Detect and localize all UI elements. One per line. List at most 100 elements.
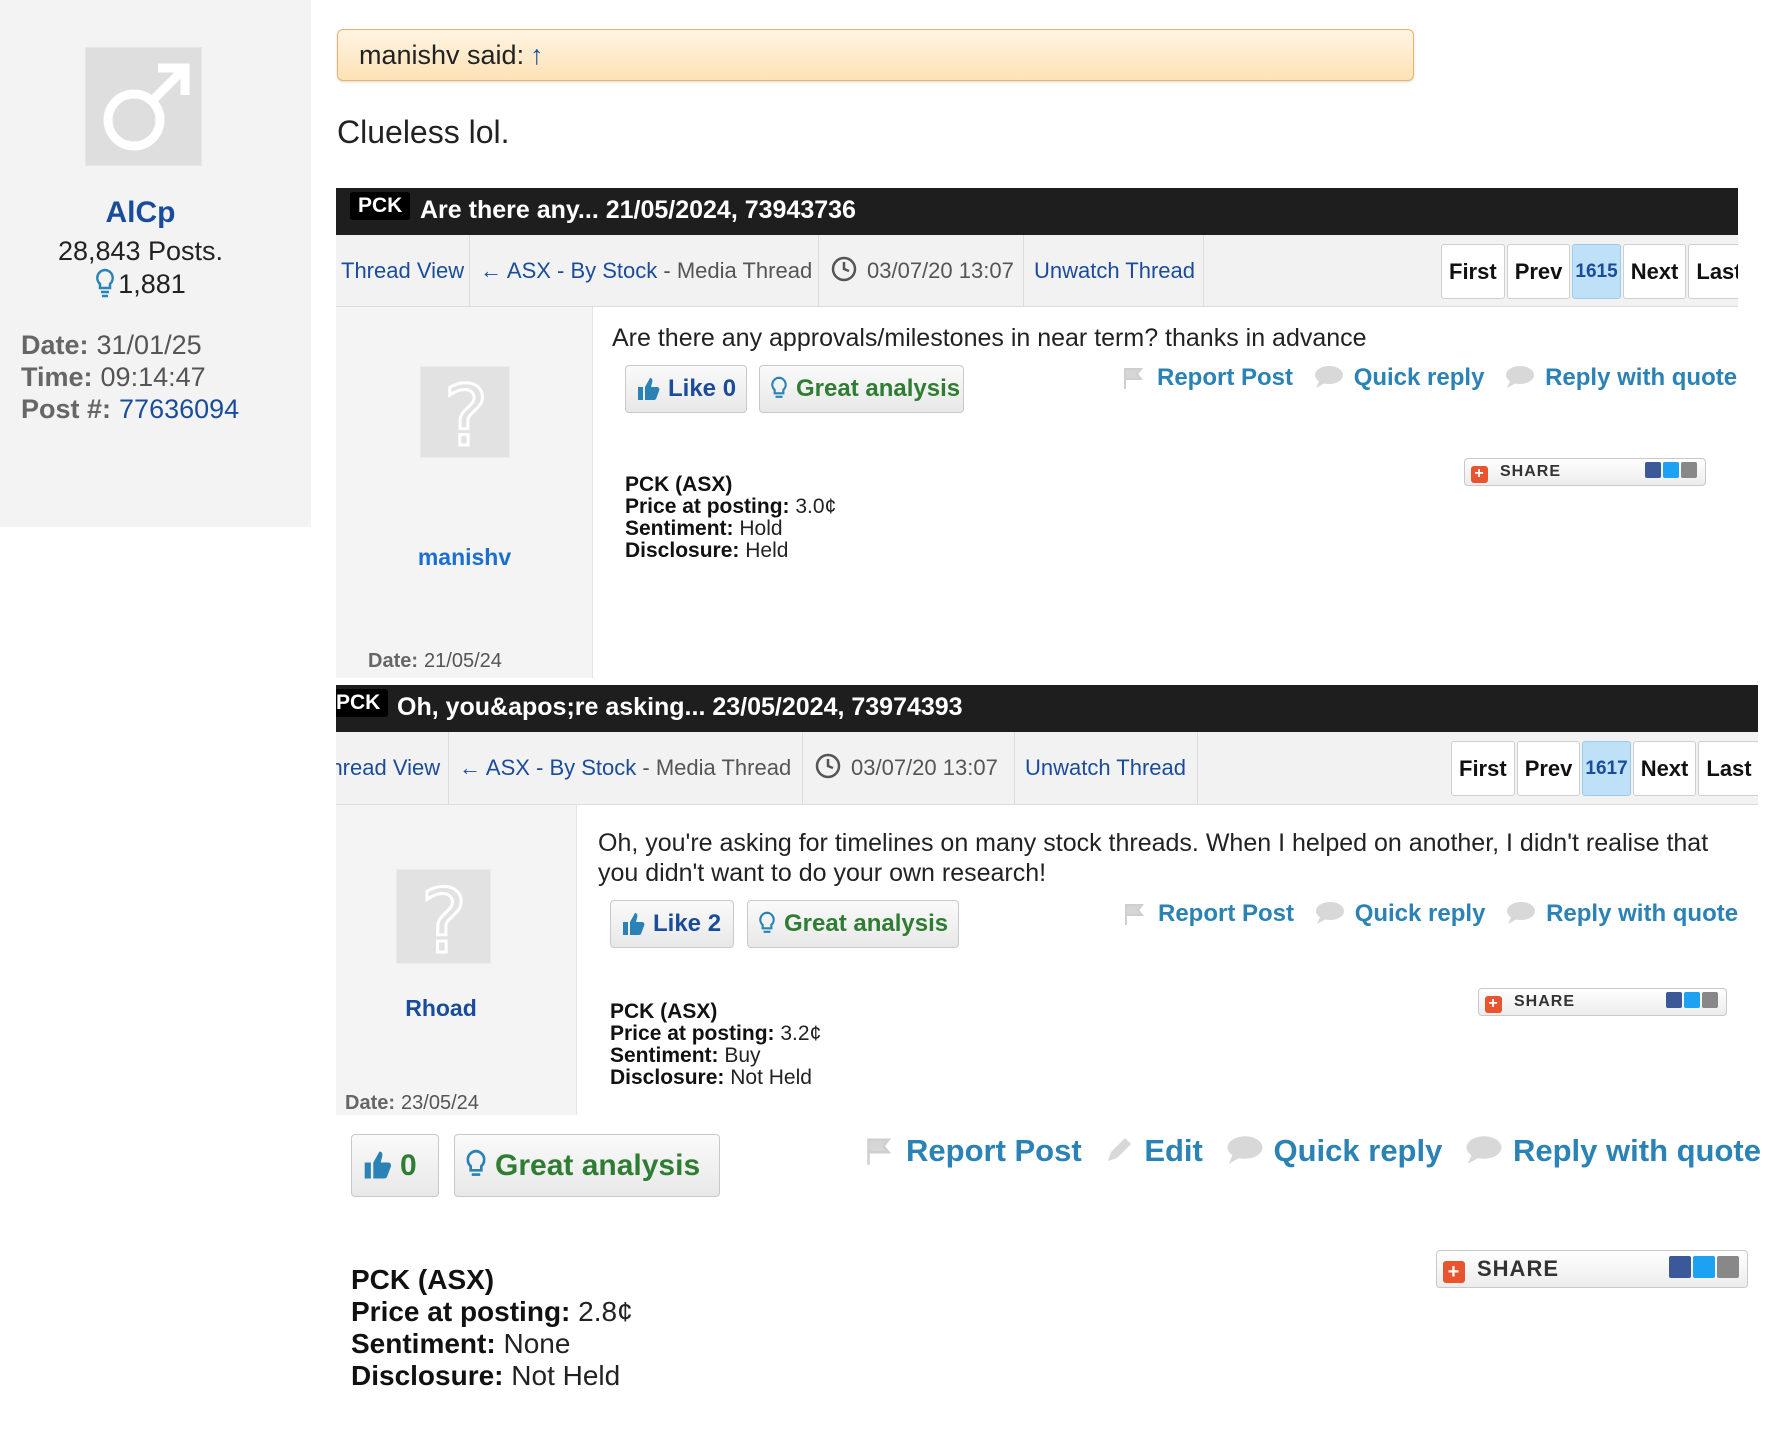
reply-with-quote-link[interactable]: Reply with quote [1505,364,1737,391]
pencil-icon [1108,1138,1132,1161]
share-button[interactable]: + SHARE [1436,1250,1748,1288]
media-thread-label: Media Thread [655,755,792,780]
like-button[interactable]: 0 [351,1134,439,1197]
plus-icon: + [1443,1261,1465,1283]
like-label: Like 2 [653,910,722,937]
post-actions: Report Post Quick reply Reply with quote [1124,900,1752,928]
post-author-name[interactable]: Rhoad [336,995,546,1022]
edit-link[interactable]: Edit [1104,1133,1203,1168]
quote-jump-arrow[interactable]: ↑ [530,40,544,70]
thread-view-link[interactable]: Thread View [336,755,440,780]
speech-bubble-icon [1227,1136,1262,1164]
page-last-button[interactable]: Last [1698,741,1758,796]
quick-reply-link[interactable]: Quick reply [1315,900,1485,927]
price-value: 3.0¢ [795,495,837,518]
sentiment-label: Sentiment: [625,517,734,540]
share-button[interactable]: + SHARE [1478,988,1727,1016]
thread-view-link[interactable]: Thread View [341,258,464,283]
report-post-link[interactable]: Report Post [1124,900,1294,927]
stock-code-tag[interactable]: PCK [336,689,389,717]
great-analysis-button[interactable]: Great analysis [759,365,964,413]
speech-bubble-icon [1507,902,1536,924]
avatar-placeholder[interactable]: ? [420,366,510,467]
quick-reply-link[interactable]: Quick reply [1314,364,1484,391]
page-next-button[interactable]: Next [1632,741,1697,796]
thumbs-up-icon [623,913,645,935]
stock-code: PCK (ASX) [625,473,733,496]
thread-navbar: Thread View ← ASX - By Stock - Media Thr… [336,235,1738,307]
stock-code-tag[interactable]: PCK [350,192,411,220]
postnum-link[interactable]: 77636094 [119,394,239,424]
post-title[interactable]: Oh, you&apos;re asking... 23/05/2024, 73… [397,693,963,722]
page-prev-button[interactable]: Prev [1506,244,1571,299]
sentiment-label: Sentiment: [351,1328,496,1359]
great-analysis-label: Great analysis [495,1149,701,1182]
post-body: Are there any approvals/milestones in ne… [612,324,1367,352]
facebook-icon [1666,992,1682,1008]
post-date: Date: 31/01/25 [21,330,202,361]
quote-header: manishv said: ↑ [337,29,1414,81]
page-first-button[interactable]: First [1441,244,1505,299]
report-post-link[interactable]: Report Post [866,1133,1082,1168]
quick-reply-link[interactable]: Quick reply [1226,1133,1442,1168]
unwatch-thread-link[interactable]: Unwatch Thread [1025,755,1186,780]
speech-bubble-icon [1315,902,1344,924]
lightbulb-icon [771,376,787,398]
page-first-button[interactable]: First [1451,741,1515,796]
back-to-stock-link[interactable]: ← ASX - By Stock [480,258,657,283]
sentiment-value: Buy [724,1044,761,1067]
facebook-icon [1669,1256,1691,1278]
stock-code: PCK (ASX) [610,1000,718,1023]
email-icon [1702,992,1718,1008]
speech-bubble-icon [1466,1136,1502,1164]
media-thread-label: Media Thread [676,258,813,283]
price-label: Price at posting: [351,1296,571,1327]
like-button[interactable]: Like 2 [610,900,734,948]
plus-icon: + [1485,996,1502,1013]
clock-icon [831,239,857,311]
report-post-link[interactable]: Report Post [1123,364,1293,391]
time-value: 09:14:47 [100,362,206,392]
unwatch-thread-link[interactable]: Unwatch Thread [1034,258,1195,283]
speech-bubble-icon [1314,366,1343,388]
time-label: Time: [21,362,93,392]
page-next-button[interactable]: Next [1622,244,1687,299]
great-analysis-label: Great analysis [784,910,949,937]
page-last-button[interactable]: Last [1688,244,1738,299]
lightbulb-icon [96,268,115,298]
reply-with-quote-link[interactable]: Reply with quote [1506,900,1738,927]
nav-separator: - [663,258,671,283]
author-name[interactable]: AlCp [0,196,281,230]
current-page[interactable]: 1617 [1582,741,1631,796]
date-label: Date: [345,1092,396,1114]
reply-with-quote-link[interactable]: Reply with quote [1465,1133,1761,1168]
page-prev-button[interactable]: Prev [1516,741,1581,796]
share-label: SHARE [1514,993,1576,1010]
nav-separator: - [642,755,650,780]
post-author-column: ? Rhoad Date: 23/05/24 [336,805,577,1115]
price-value: 3.2¢ [780,1022,822,1045]
user-avatar[interactable] [85,47,202,166]
flag-icon [1125,904,1145,925]
post-date: Date: 23/05/24 [345,1092,479,1115]
great-analysis-button[interactable]: Great analysis [454,1134,720,1197]
post-body: Oh, you're asking for timelines on many … [598,829,1709,887]
plus-icon: + [1471,466,1488,483]
thumbs-up-icon [638,378,660,400]
stock-info: PCK (ASX) Price at posting: 2.8¢ Sentime… [351,1264,633,1392]
flag-icon [1124,368,1144,389]
post-titlebar: PCK Oh, you&apos;re asking... 23/05/2024… [336,685,1758,732]
current-page[interactable]: 1615 [1572,244,1621,299]
great-analysis-button[interactable]: Great analysis [747,900,959,948]
post-author-name[interactable]: manishv [336,544,593,571]
back-to-stock-link[interactable]: ← ASX - By Stock [459,755,636,780]
disclosure-label: Disclosure: [625,539,740,562]
thread-timestamp: 03/07/20 13:07 [867,258,1014,283]
flag-icon [867,1138,892,1165]
like-button[interactable]: Like 0 [625,365,747,413]
share-button[interactable]: + SHARE [1464,458,1706,486]
avatar-placeholder[interactable]: ? [396,869,491,975]
like-count: 1,881 [0,268,281,300]
question-mark-icon: ? [419,869,469,975]
post-title[interactable]: Are there any... 21/05/2024, 73943736 [420,196,856,225]
